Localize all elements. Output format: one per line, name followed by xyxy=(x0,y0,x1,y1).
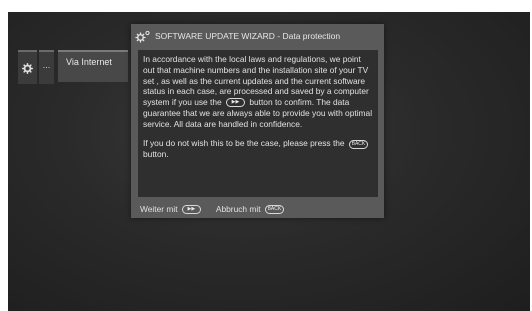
dialog-title: SOFTWARE UPDATE WIZARD - Data protection xyxy=(155,31,341,41)
more-label: ... xyxy=(42,60,51,70)
continue-label: Weiter mit xyxy=(140,203,178,214)
tv-screen: ... Via Internet SOFTWARE UPDATE WIZARD … xyxy=(8,12,530,311)
cancel-label: Abbruch mit xyxy=(215,203,261,214)
via-internet-menu-item[interactable]: Via Internet xyxy=(58,50,128,82)
ok-button-icon: ▶▶ xyxy=(181,205,201,215)
gears-icon xyxy=(135,30,151,43)
continue-hint[interactable]: Weiter mit ▶▶ xyxy=(140,203,203,215)
settings-menu-item[interactable] xyxy=(18,50,37,84)
dialog-title-bar: SOFTWARE UPDATE WIZARD - Data protection xyxy=(131,24,384,48)
more-menu-item[interactable]: ... xyxy=(39,50,54,84)
decline-paragraph: If you do not wish this to be the case, … xyxy=(143,138,373,160)
gear-icon xyxy=(22,62,33,74)
privacy-paragraph: In accordance with the local laws and re… xyxy=(143,54,373,129)
cancel-hint[interactable]: Abbruch mit BACK xyxy=(215,203,286,215)
dialog-footer: Weiter mit ▶▶ Abbruch mit BACK xyxy=(140,203,299,215)
decline-text-end: button. xyxy=(143,149,169,159)
via-internet-label: Via Internet xyxy=(66,57,112,67)
ok-button-icon: ▶▶ xyxy=(226,98,245,108)
data-protection-dialog: SOFTWARE UPDATE WIZARD - Data protection… xyxy=(131,24,384,218)
dialog-content: In accordance with the local laws and re… xyxy=(138,50,378,197)
back-button-icon: BACK xyxy=(264,205,284,215)
decline-text-start: If you do not wish this to be the case, … xyxy=(143,138,345,149)
back-button-icon: BACK xyxy=(348,139,368,149)
